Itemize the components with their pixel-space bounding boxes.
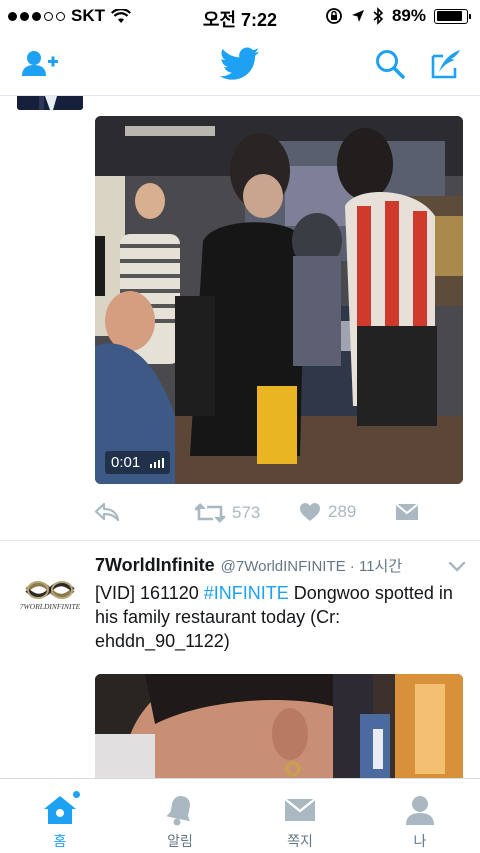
twitter-bird-icon bbox=[220, 47, 260, 80]
home-logo-button[interactable] bbox=[218, 44, 262, 84]
compose-tweet-button[interactable] bbox=[426, 44, 466, 84]
tweet-text-part1: [VID] 161120 bbox=[95, 583, 204, 603]
retweet-button[interactable]: 573 bbox=[195, 502, 260, 524]
svg-text:7WORLDINFINITE: 7WORLDINFINITE bbox=[20, 602, 81, 611]
video-time: 0:01 bbox=[111, 454, 141, 471]
retweet-icon bbox=[195, 503, 225, 523]
tweet-text: [VID] 161120 #INFINITE Dongwoo spotted i… bbox=[95, 581, 455, 653]
author-name[interactable]: 7WorldInfinite bbox=[95, 555, 215, 576]
bell-icon bbox=[162, 792, 198, 828]
like-button[interactable]: 289 bbox=[299, 502, 356, 522]
battery-icon bbox=[434, 8, 471, 24]
reply-icon bbox=[95, 502, 119, 522]
home-icon bbox=[42, 790, 81, 828]
like-count: 289 bbox=[328, 502, 357, 521]
top-nav-bar bbox=[0, 32, 480, 96]
search-button[interactable] bbox=[370, 44, 410, 84]
battery-level bbox=[436, 11, 463, 21]
retweet-count: 573 bbox=[232, 503, 261, 522]
tab-notifications-label: 알림 bbox=[167, 833, 193, 849]
tab-home-label: 홈 bbox=[53, 833, 67, 849]
author-handle-time[interactable]: @7WorldINFINITE · 11시간 bbox=[221, 555, 402, 576]
tab-notifications[interactable]: 알림 bbox=[120, 779, 240, 853]
compose-icon bbox=[431, 50, 460, 79]
seven-world-infinite-logo: 7WORLDINFINITE bbox=[17, 574, 83, 640]
video-sound-bars-icon bbox=[150, 457, 165, 468]
tweet-video[interactable]: 0:01 bbox=[95, 116, 463, 484]
tweet-divider bbox=[0, 540, 480, 541]
hashtag-link[interactable]: #INFINITE bbox=[204, 583, 289, 603]
tweet-actions: 573 289 bbox=[95, 500, 435, 530]
previous-tweet-avatar[interactable] bbox=[17, 96, 83, 110]
envelope-icon bbox=[395, 503, 419, 520]
envelope-icon bbox=[282, 792, 318, 828]
tab-profile[interactable]: 나 bbox=[360, 779, 480, 853]
orientation-lock-icon bbox=[326, 8, 342, 24]
tab-home[interactable]: 홈 bbox=[0, 779, 120, 853]
profile-icon bbox=[402, 792, 438, 828]
status-right: 89% bbox=[325, 6, 471, 26]
tab-profile-label: 나 bbox=[413, 833, 427, 849]
new-content-dot bbox=[72, 790, 81, 799]
status-bar: SKT 오전 7:22 89% bbox=[0, 0, 480, 32]
tab-messages[interactable]: 쪽지 bbox=[240, 779, 360, 853]
chevron-down-icon bbox=[448, 561, 466, 572]
media-thumbnail bbox=[95, 674, 463, 786]
reply-button[interactable] bbox=[95, 502, 119, 522]
add-user-button[interactable] bbox=[20, 44, 60, 84]
bluetooth-icon bbox=[373, 7, 384, 25]
tweet-header: 7WorldInfinite @7WorldINFINITE · 11시간 bbox=[95, 555, 445, 576]
video-thumbnail bbox=[95, 116, 463, 484]
tweet-media-image[interactable] bbox=[95, 674, 463, 786]
tab-messages-label: 쪽지 bbox=[287, 833, 313, 849]
location-arrow-icon bbox=[351, 10, 364, 22]
search-icon bbox=[376, 50, 405, 79]
heart-icon bbox=[300, 503, 320, 521]
author-avatar[interactable]: 7WORLDINFINITE bbox=[17, 574, 83, 640]
bottom-tab-bar: 홈 알림 쪽지 나 bbox=[0, 778, 480, 852]
add-user-icon bbox=[22, 51, 58, 76]
direct-message-button[interactable] bbox=[395, 502, 419, 522]
tweet-options-button[interactable] bbox=[448, 560, 466, 578]
battery-percent: 89% bbox=[391, 6, 426, 25]
video-duration-badge: 0:01 bbox=[105, 451, 171, 474]
